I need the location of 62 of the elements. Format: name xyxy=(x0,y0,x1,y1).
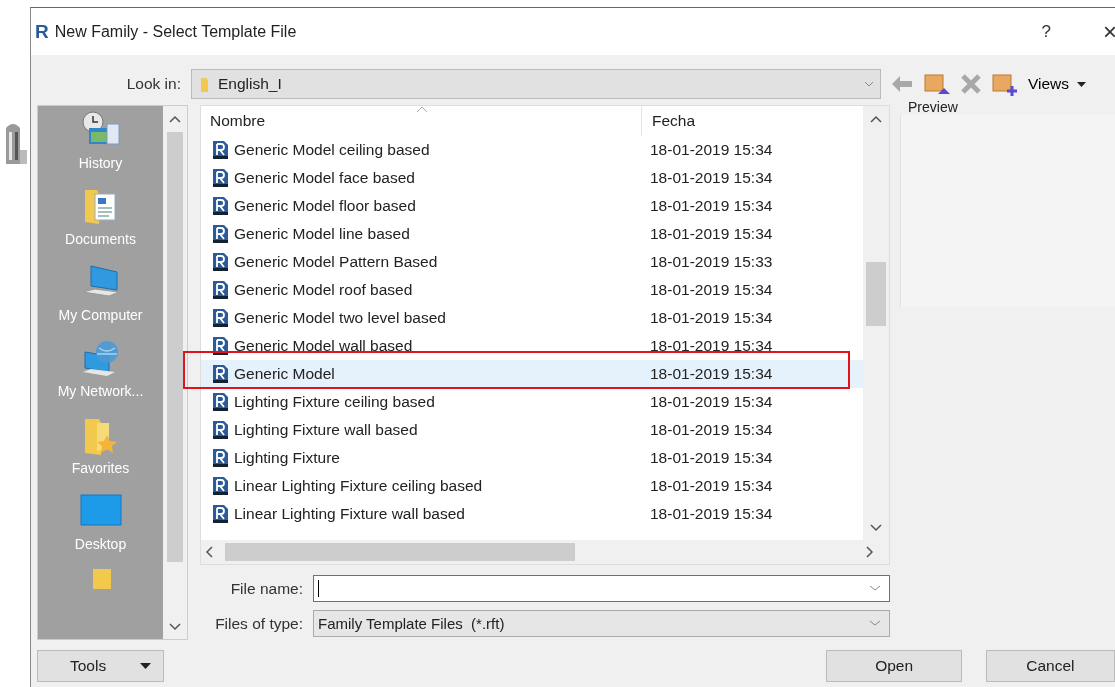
file-name-label: File name: xyxy=(229,579,304,598)
file-row[interactable]: Lighting Fixture wall based 18-01-2019 15:34 xyxy=(201,416,863,444)
close-button[interactable]: × xyxy=(1103,17,1115,46)
file-row[interactable]: Lighting Fixture 18-01-2019 15:34 xyxy=(201,444,863,472)
preview-label: Preview xyxy=(908,99,959,115)
cancel-button[interactable]: Cancel xyxy=(985,650,1115,682)
tools-button[interactable]: Tools xyxy=(37,650,165,682)
new-folder-icon[interactable] xyxy=(992,72,1018,96)
chevron-up-icon xyxy=(870,114,882,124)
file-row[interactable]: Generic Model Pattern Based 18-01-2019 15:33 xyxy=(201,248,863,276)
file-icon xyxy=(211,252,230,272)
file-icon xyxy=(211,504,230,524)
file-icon xyxy=(211,448,230,468)
views-menu-button[interactable]: Views xyxy=(1028,75,1087,93)
file-icon xyxy=(211,308,230,328)
chevron-down-icon xyxy=(869,585,881,592)
folder-icon xyxy=(200,75,210,93)
column-header[interactable]: Fecha xyxy=(641,106,696,136)
chevron-left-icon xyxy=(204,546,214,558)
app-logo: R xyxy=(35,20,49,43)
look-in-label: Look in: xyxy=(125,75,182,93)
file-icon xyxy=(211,168,230,188)
file-icon xyxy=(211,280,230,300)
dropdown-arrow-icon xyxy=(1077,81,1087,87)
chevron-right-icon xyxy=(864,546,874,558)
file-row[interactable]: Generic Model two level based 18-01-2019 15:34 xyxy=(201,304,863,332)
file-row[interactable]: Linear Lighting Fixture wall based 18-01-2019 15:34 xyxy=(201,500,863,528)
file-name-field[interactable] xyxy=(313,575,890,602)
open-button[interactable]: Open xyxy=(826,650,962,682)
chevron-up-icon xyxy=(169,114,181,124)
file-row[interactable]: Generic Model line based 18-01-2019 15:34 xyxy=(201,220,863,248)
look-in-dropdown[interactable]: English_I xyxy=(191,69,881,99)
scrollbar-thumb[interactable] xyxy=(225,543,575,561)
scrollbar-thumb[interactable] xyxy=(866,262,886,326)
chevron-down-icon xyxy=(864,80,874,88)
file-row[interactable]: Generic Model roof based 18-01-2019 15:34 xyxy=(201,276,863,304)
help-button[interactable]: ? xyxy=(1041,21,1051,42)
folder-up-icon[interactable] xyxy=(924,72,950,96)
file-icon xyxy=(211,196,230,216)
file-row[interactable]: Lighting Fixture ceiling based 18-01-2019 15:34 xyxy=(201,388,863,416)
file-type-label: Files of type: xyxy=(214,614,304,633)
file-icon xyxy=(211,420,230,440)
file-icon xyxy=(211,392,230,412)
file-type-dropdown[interactable]: Family Template Files (*.rft) xyxy=(313,610,890,637)
column-header[interactable]: Nombre xyxy=(201,112,641,130)
file-row[interactable]: Generic Model 18-01-2019 15:34 xyxy=(201,360,863,388)
file-row[interactable]: Linear Lighting Fixture ceiling based 18-01-2019 15:34 xyxy=(201,472,863,500)
file-icon xyxy=(211,140,230,160)
file-row[interactable]: Generic Model wall based 18-01-2019 15:34 xyxy=(201,332,863,360)
chevron-down-icon xyxy=(870,522,882,532)
file-row[interactable]: Generic Model ceiling based 18-01-2019 15:34 xyxy=(201,136,863,164)
file-row[interactable]: Generic Model face based 18-01-2019 15:34 xyxy=(201,164,863,192)
window-title: New Family - Select Template File xyxy=(54,22,298,41)
file-icon xyxy=(211,224,230,244)
file-icon xyxy=(211,364,230,384)
scrollbar-thumb[interactable] xyxy=(167,132,183,562)
file-row[interactable]: Generic Model floor based 18-01-2019 15:34 xyxy=(201,192,863,220)
file-icon xyxy=(211,476,230,496)
chevron-down-icon xyxy=(169,621,181,631)
dropdown-arrow-icon xyxy=(140,663,152,669)
delete-icon[interactable] xyxy=(960,73,982,95)
chevron-down-icon xyxy=(869,620,881,627)
